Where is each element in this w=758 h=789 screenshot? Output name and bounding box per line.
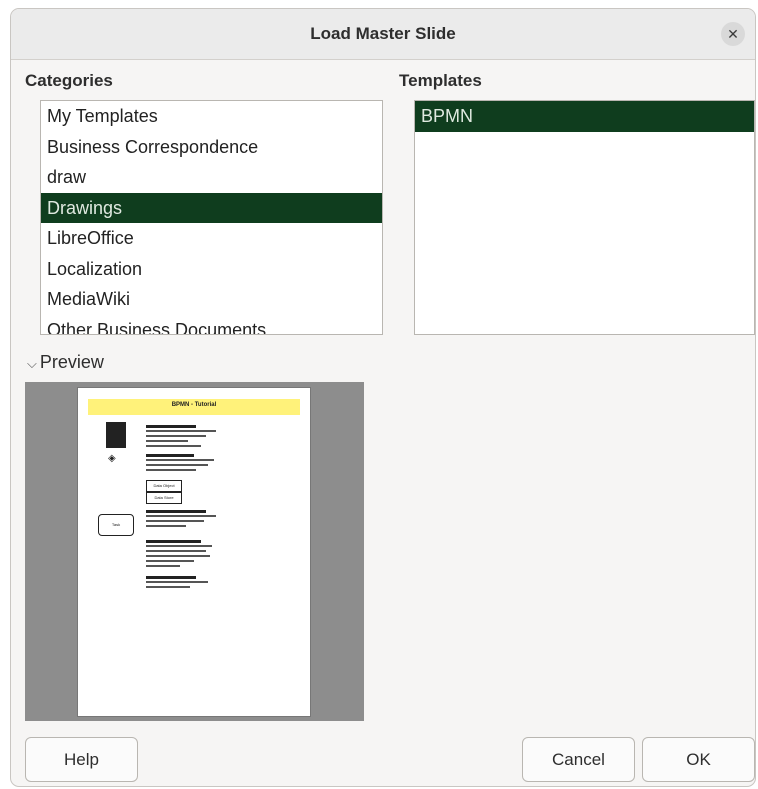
preview-data-object-box: Data Object	[146, 480, 182, 492]
close-icon: ✕	[727, 26, 739, 42]
preview-dark-image	[106, 422, 126, 448]
category-item-business-correspondence[interactable]: Business Correspondence	[41, 132, 382, 163]
categories-label: Categories	[25, 71, 113, 90]
preview-data-object-label: Data Object	[153, 483, 175, 488]
preview-expander[interactable]: ⌵ Preview	[27, 352, 104, 373]
templates-label: Templates	[399, 71, 482, 90]
templates-list[interactable]: BPMN	[414, 100, 755, 335]
preview-page: BPMN - Tutorial ◈ Data Object Data Store…	[77, 387, 311, 717]
close-button[interactable]: ✕	[721, 22, 745, 46]
preview-task-label: Task	[111, 522, 121, 527]
preview-data-store-label: Data Store	[154, 495, 174, 500]
category-item-other-business-documents[interactable]: Other Business Documents	[41, 315, 382, 335]
category-item-drawings[interactable]: Drawings	[41, 192, 382, 223]
category-item-localization[interactable]: Localization	[41, 254, 382, 285]
categories-list[interactable]: My Templates Business Correspondence dra…	[40, 100, 383, 335]
ok-button[interactable]: OK	[642, 737, 755, 782]
preview-gateway-icon: ◈	[108, 453, 116, 464]
preview-page-header: BPMN - Tutorial	[88, 399, 300, 415]
preview-task-box: Task	[98, 514, 134, 536]
category-item-libreoffice[interactable]: LibreOffice	[41, 223, 382, 254]
preview-page-title: BPMN - Tutorial	[171, 402, 217, 408]
preview-area: BPMN - Tutorial ◈ Data Object Data Store…	[25, 382, 364, 721]
category-item-my-templates[interactable]: My Templates	[41, 101, 382, 132]
cancel-button[interactable]: Cancel	[522, 737, 635, 782]
preview-label: Preview	[39, 352, 104, 372]
dialog-title: Load Master Slide	[310, 24, 456, 43]
template-item-bpmn[interactable]: BPMN	[415, 101, 754, 132]
title-bar: Load Master Slide ✕	[11, 9, 755, 60]
load-master-slide-dialog: Load Master Slide ✕ Categories My Templa…	[10, 8, 756, 787]
category-item-draw[interactable]: draw	[41, 162, 382, 193]
chevron-down-icon: ⌵	[27, 356, 37, 371]
help-button[interactable]: Help	[25, 737, 138, 782]
preview-data-store-box: Data Store	[146, 492, 182, 504]
category-item-mediawiki[interactable]: MediaWiki	[41, 284, 382, 315]
